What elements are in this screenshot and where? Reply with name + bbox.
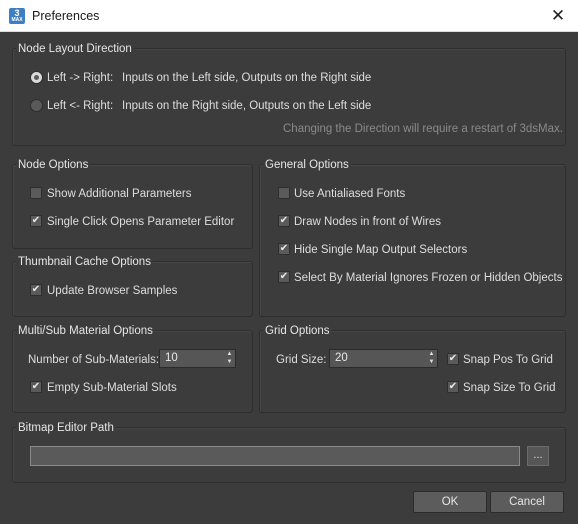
node-options-title: Node Options	[16, 159, 91, 171]
app-logo-icon: 3 MAX	[9, 8, 25, 24]
snap-size-label: Snap Size To Grid	[463, 382, 556, 394]
grid-size-label: Grid Size:	[276, 354, 327, 366]
right-to-left-key: Left <- Right:	[47, 100, 114, 112]
right-to-left-desc: Inputs on the Right side, Outputs on the…	[122, 100, 372, 112]
check-icon: ✔	[31, 381, 41, 392]
radio-right-to-left[interactable]	[30, 99, 43, 112]
select-by-material-label: Select By Material Ignores Frozen or Hid…	[294, 272, 563, 284]
title-bar: 3 MAX Preferences ✕	[0, 0, 578, 32]
update-browser-samples-checkbox[interactable]: ✔	[30, 284, 42, 296]
bitmap-editor-title: Bitmap Editor Path	[16, 422, 116, 434]
close-button[interactable]: ✕	[538, 0, 578, 32]
check-icon: ✔	[279, 271, 289, 282]
spinner-arrows-icon[interactable]: ▲ ▼	[225, 350, 234, 367]
draw-nodes-front-label: Draw Nodes in front of Wires	[294, 216, 441, 228]
snap-size-checkbox[interactable]: ✔	[447, 381, 459, 393]
left-to-right-key: Left -> Right:	[47, 72, 114, 84]
hide-map-output-label: Hide Single Map Output Selectors	[294, 244, 468, 256]
multi-sub-group: Multi/Sub Material Options	[12, 325, 253, 413]
hide-map-output-checkbox[interactable]: ✔	[278, 243, 290, 255]
select-by-material-checkbox[interactable]: ✔	[278, 271, 290, 283]
grid-size-spinner[interactable]: 20 ▲ ▼	[329, 349, 438, 368]
general-options-group: General Options	[259, 159, 566, 317]
radio-left-to-right[interactable]	[30, 71, 43, 84]
check-icon: ✔	[279, 215, 289, 226]
update-browser-samples-label: Update Browser Samples	[47, 285, 178, 297]
sub-materials-count-value: 10	[165, 352, 178, 364]
draw-nodes-front-checkbox[interactable]: ✔	[278, 215, 290, 227]
check-icon: ✔	[31, 284, 41, 295]
window-title: Preferences	[32, 9, 100, 23]
ok-button[interactable]: OK	[413, 491, 487, 513]
check-icon: ✔	[279, 243, 289, 254]
empty-slots-checkbox[interactable]: ✔	[30, 381, 42, 393]
sub-materials-count-label: Number of Sub-Materials:	[28, 354, 160, 366]
show-additional-params-checkbox[interactable]	[30, 187, 42, 199]
single-click-editor-label: Single Click Opens Parameter Editor	[47, 216, 235, 228]
cancel-button[interactable]: Cancel	[490, 491, 564, 513]
antialiased-fonts-label: Use Antialiased Fonts	[294, 188, 406, 200]
single-click-editor-checkbox[interactable]: ✔	[30, 215, 42, 227]
grid-size-value: 20	[335, 352, 348, 364]
multi-sub-title: Multi/Sub Material Options	[16, 325, 155, 337]
show-additional-params-label: Show Additional Parameters	[47, 188, 192, 200]
empty-slots-label: Empty Sub-Material Slots	[47, 382, 177, 394]
left-to-right-desc: Inputs on the Left side, Outputs on the …	[122, 72, 372, 84]
grid-options-group: Grid Options	[259, 325, 566, 413]
grid-options-title: Grid Options	[263, 325, 332, 337]
bitmap-editor-path-input[interactable]	[30, 446, 520, 466]
node-layout-title: Node Layout Direction	[16, 43, 134, 55]
browse-button[interactable]: ...	[527, 446, 549, 466]
restart-hint: Changing the Direction will require a re…	[283, 123, 563, 135]
snap-pos-label: Snap Pos To Grid	[463, 354, 553, 366]
sub-materials-count-spinner[interactable]: 10 ▲ ▼	[159, 349, 236, 368]
antialiased-fonts-checkbox[interactable]	[278, 187, 290, 199]
general-options-title: General Options	[263, 159, 351, 171]
snap-pos-checkbox[interactable]: ✔	[447, 353, 459, 365]
node-options-group: Node Options	[12, 159, 253, 249]
check-icon: ✔	[448, 353, 458, 364]
check-icon: ✔	[448, 381, 458, 392]
thumbnail-cache-title: Thumbnail Cache Options	[16, 256, 153, 268]
check-icon: ✔	[31, 215, 41, 226]
spinner-arrows-icon[interactable]: ▲ ▼	[427, 350, 436, 367]
